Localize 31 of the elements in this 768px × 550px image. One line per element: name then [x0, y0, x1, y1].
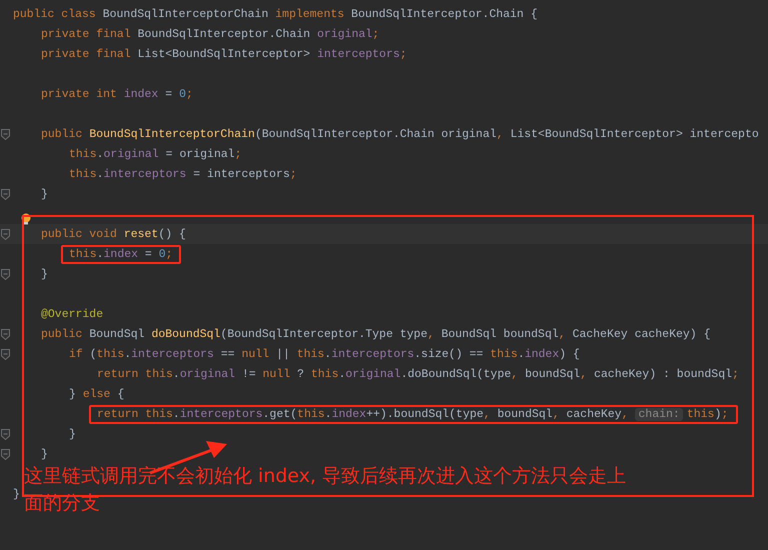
parameter-hint: chain: — [635, 408, 683, 420]
code-text: private final BoundSqlInterceptor.Chain original; — [41, 28, 380, 40]
code-text: } else { — [69, 388, 124, 400]
code-text: public void reset() { — [41, 228, 186, 240]
code-text: return this.original != null ? this.original.doBoundSql(type, boundSql, cacheKey) : boundSql; — [97, 368, 739, 380]
code-text: return this.interceptors.get(this.index++).boundSql(type, boundSql, cacheKey, — [97, 408, 630, 420]
bulb-icon[interactable] — [21, 213, 31, 225]
code-text: if (this.interceptors == null || this.interceptors.size() == this.index) { — [69, 348, 580, 360]
code-text: } — [41, 448, 48, 460]
code-text: this); — [686, 408, 728, 420]
code-text: public class BoundSqlInterceptorChain implements BoundSqlInterceptor.Chain { — [13, 8, 538, 20]
code-text: private int index = 0; — [41, 88, 193, 100]
code-text: } — [41, 268, 48, 280]
fold-icon[interactable] — [0, 348, 10, 360]
fold-icon[interactable] — [0, 188, 10, 200]
code-text: @Override — [41, 308, 104, 320]
fold-icon[interactable] — [0, 448, 10, 460]
code-text: this.index = 0; — [69, 248, 173, 260]
code-text: } — [69, 428, 76, 440]
code-text: public BoundSql doBoundSql(BoundSqlInterceptor.Type type, BoundSql boundSql, CacheKey cacheKey) { — [41, 328, 710, 340]
fold-icon[interactable] — [0, 128, 10, 140]
code-text: } — [41, 188, 48, 200]
code-text: this.interceptors = interceptors; — [69, 168, 297, 180]
fold-icon[interactable] — [0, 228, 10, 240]
code-text: } — [13, 488, 20, 500]
fold-icon[interactable] — [0, 268, 10, 280]
fold-icon[interactable] — [0, 428, 10, 440]
fold-icon[interactable] — [0, 328, 10, 340]
code-text: public BoundSqlInterceptorChain(BoundSqlInterceptor.Chain original, List<BoundSqlInterceptor> intercepto — [41, 128, 759, 140]
code-text: this.original = original; — [69, 148, 242, 160]
code-text: private final List<BoundSqlInterceptor> interceptors; — [41, 48, 407, 60]
